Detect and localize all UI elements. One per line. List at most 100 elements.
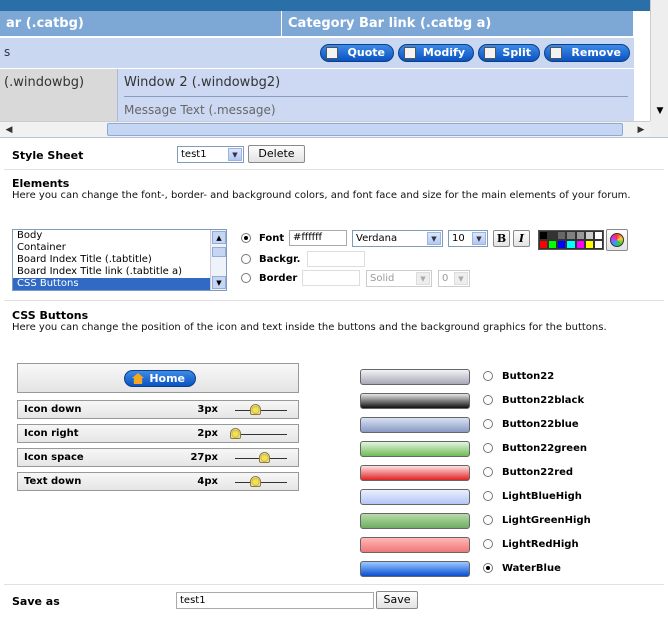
color-palette[interactable]	[538, 230, 604, 250]
chevron-down-icon: ▼	[427, 232, 441, 245]
font-label: Font	[259, 233, 285, 244]
chevron-down-icon: ▼	[416, 272, 430, 285]
control-slider[interactable]	[235, 404, 287, 415]
background-color-field[interactable]	[307, 251, 365, 267]
button-background-swatch[interactable]	[360, 393, 470, 409]
control-slider[interactable]	[230, 428, 287, 439]
button-background-radio[interactable]	[483, 395, 493, 405]
button-background-name: LightGreenHigh	[502, 515, 591, 526]
palette-swatch[interactable]	[575, 231, 585, 240]
button-background-radio[interactable]	[483, 563, 493, 573]
scroll-down-icon[interactable]: ▼	[653, 104, 667, 118]
scroll-left-icon[interactable]: ◀	[2, 123, 16, 137]
preview-message-text: Message Text (.message)	[124, 103, 276, 117]
elements-listbox[interactable]: Body Container Board Index Title (.tabti…	[12, 229, 227, 291]
modify-button[interactable]: Modify	[398, 44, 474, 62]
button-background-radio[interactable]	[483, 371, 493, 381]
palette-swatch[interactable]	[593, 240, 603, 249]
saveas-row: Save as test1 Save	[4, 586, 664, 616]
preview-catbg-link[interactable]: Category Bar link (.catbg a)	[282, 11, 634, 36]
palette-swatch[interactable]	[557, 231, 567, 240]
listbox-scrollbar[interactable]: ▲ ▼	[210, 230, 226, 290]
palette-swatch[interactable]	[566, 240, 576, 249]
palette-swatch[interactable]	[575, 240, 585, 249]
scroll-right-icon[interactable]: ▶	[634, 123, 648, 137]
control-value: 27px	[190, 452, 218, 463]
button-background-radio[interactable]	[483, 443, 493, 453]
button-background-swatch[interactable]	[360, 369, 470, 385]
button-background-swatch[interactable]	[360, 465, 470, 481]
remove-button[interactable]: Remove	[544, 44, 630, 62]
color-picker-button[interactable]	[606, 229, 628, 251]
button-background-radio[interactable]	[483, 467, 493, 477]
button-background-swatch[interactable]	[360, 441, 470, 457]
preview-horizontal-scrollbar[interactable]: ◀ ▶	[0, 121, 650, 137]
delete-button[interactable]: Delete	[248, 145, 305, 163]
button-background-swatch[interactable]	[360, 489, 470, 505]
button-background-radio[interactable]	[483, 419, 493, 429]
listbox-scroll-thumb[interactable]	[212, 247, 226, 257]
slider-knob-icon[interactable]	[249, 404, 261, 415]
home-button[interactable]: Home	[124, 370, 196, 387]
button-background-radio[interactable]	[483, 515, 493, 525]
border-radio[interactable]	[241, 273, 251, 283]
button-background-radio[interactable]	[483, 539, 493, 549]
list-item[interactable]: Board Index Title (.tabtitle)	[13, 254, 226, 266]
list-item[interactable]: Body	[13, 230, 226, 242]
palette-swatch[interactable]	[548, 240, 558, 249]
chevron-down-icon[interactable]: ▼	[212, 276, 226, 289]
button-background-swatch[interactable]	[360, 537, 470, 553]
position-control: Icon right 2px	[17, 424, 299, 443]
slider-knob-icon[interactable]	[259, 452, 271, 463]
quote-button[interactable]: Quote	[320, 44, 394, 62]
style-preview: ar (.catbg) Category Bar link (.catbg a)…	[0, 0, 668, 138]
button-background-swatch[interactable]	[360, 513, 470, 529]
background-radio[interactable]	[241, 254, 251, 264]
position-control: Text down 4px	[17, 472, 299, 491]
preview-windowbg2-text: Window 2 (.windowbg2)	[124, 75, 281, 90]
list-item[interactable]: Board Index Title link (.tabtitle a)	[13, 266, 226, 278]
palette-swatch[interactable]	[593, 231, 603, 240]
control-slider[interactable]	[235, 452, 287, 463]
split-button[interactable]: Split	[478, 44, 540, 62]
button-background-swatch[interactable]	[360, 561, 470, 577]
border-style-select[interactable]: Solid ▼	[366, 270, 432, 287]
font-face-select[interactable]: Verdana ▼	[352, 230, 443, 247]
palette-swatch[interactable]	[539, 231, 549, 240]
border-color-field[interactable]	[302, 270, 360, 286]
slider-knob-icon[interactable]	[230, 428, 241, 439]
palette-swatch[interactable]	[584, 240, 594, 249]
modify-icon	[404, 47, 416, 59]
bold-button[interactable]: B	[493, 230, 510, 247]
palette-swatch[interactable]	[566, 231, 576, 240]
palette-swatch[interactable]	[557, 240, 567, 249]
preview-divider	[124, 96, 628, 97]
save-button[interactable]: Save	[376, 591, 418, 609]
chevron-down-icon: ▼	[228, 148, 242, 161]
palette-swatch[interactable]	[584, 231, 594, 240]
control-slider[interactable]	[235, 476, 287, 487]
home-icon	[132, 373, 144, 384]
font-size-select[interactable]: 10 ▼	[448, 230, 488, 247]
button-background-name: Button22	[502, 371, 555, 382]
button-background-radio[interactable]	[483, 491, 493, 501]
chevron-up-icon[interactable]: ▲	[212, 231, 226, 244]
button-background-swatch[interactable]	[360, 417, 470, 433]
preview-vertical-scrollbar[interactable]: ▼	[650, 0, 668, 121]
button-background-name: Button22green	[502, 443, 587, 454]
stylesheet-select[interactable]: test1 ▼	[177, 146, 244, 163]
stylesheet-label: Style Sheet	[12, 149, 84, 162]
palette-swatch[interactable]	[539, 240, 549, 249]
position-control: Icon space 27px	[17, 448, 299, 467]
saveas-input[interactable]: test1	[176, 592, 374, 609]
font-radio[interactable]	[241, 233, 251, 243]
list-item[interactable]: Container	[13, 242, 226, 254]
italic-button[interactable]: I	[513, 230, 530, 247]
preview-scroll-thumb[interactable]	[107, 123, 623, 136]
border-width-select[interactable]: 0 ▼	[438, 270, 470, 287]
list-item-selected[interactable]: CSS Buttons	[13, 278, 226, 290]
font-color-field[interactable]: #ffffff	[289, 230, 347, 246]
slider-knob-icon[interactable]	[249, 476, 261, 487]
control-value: 4px	[197, 476, 218, 487]
palette-swatch[interactable]	[548, 231, 558, 240]
